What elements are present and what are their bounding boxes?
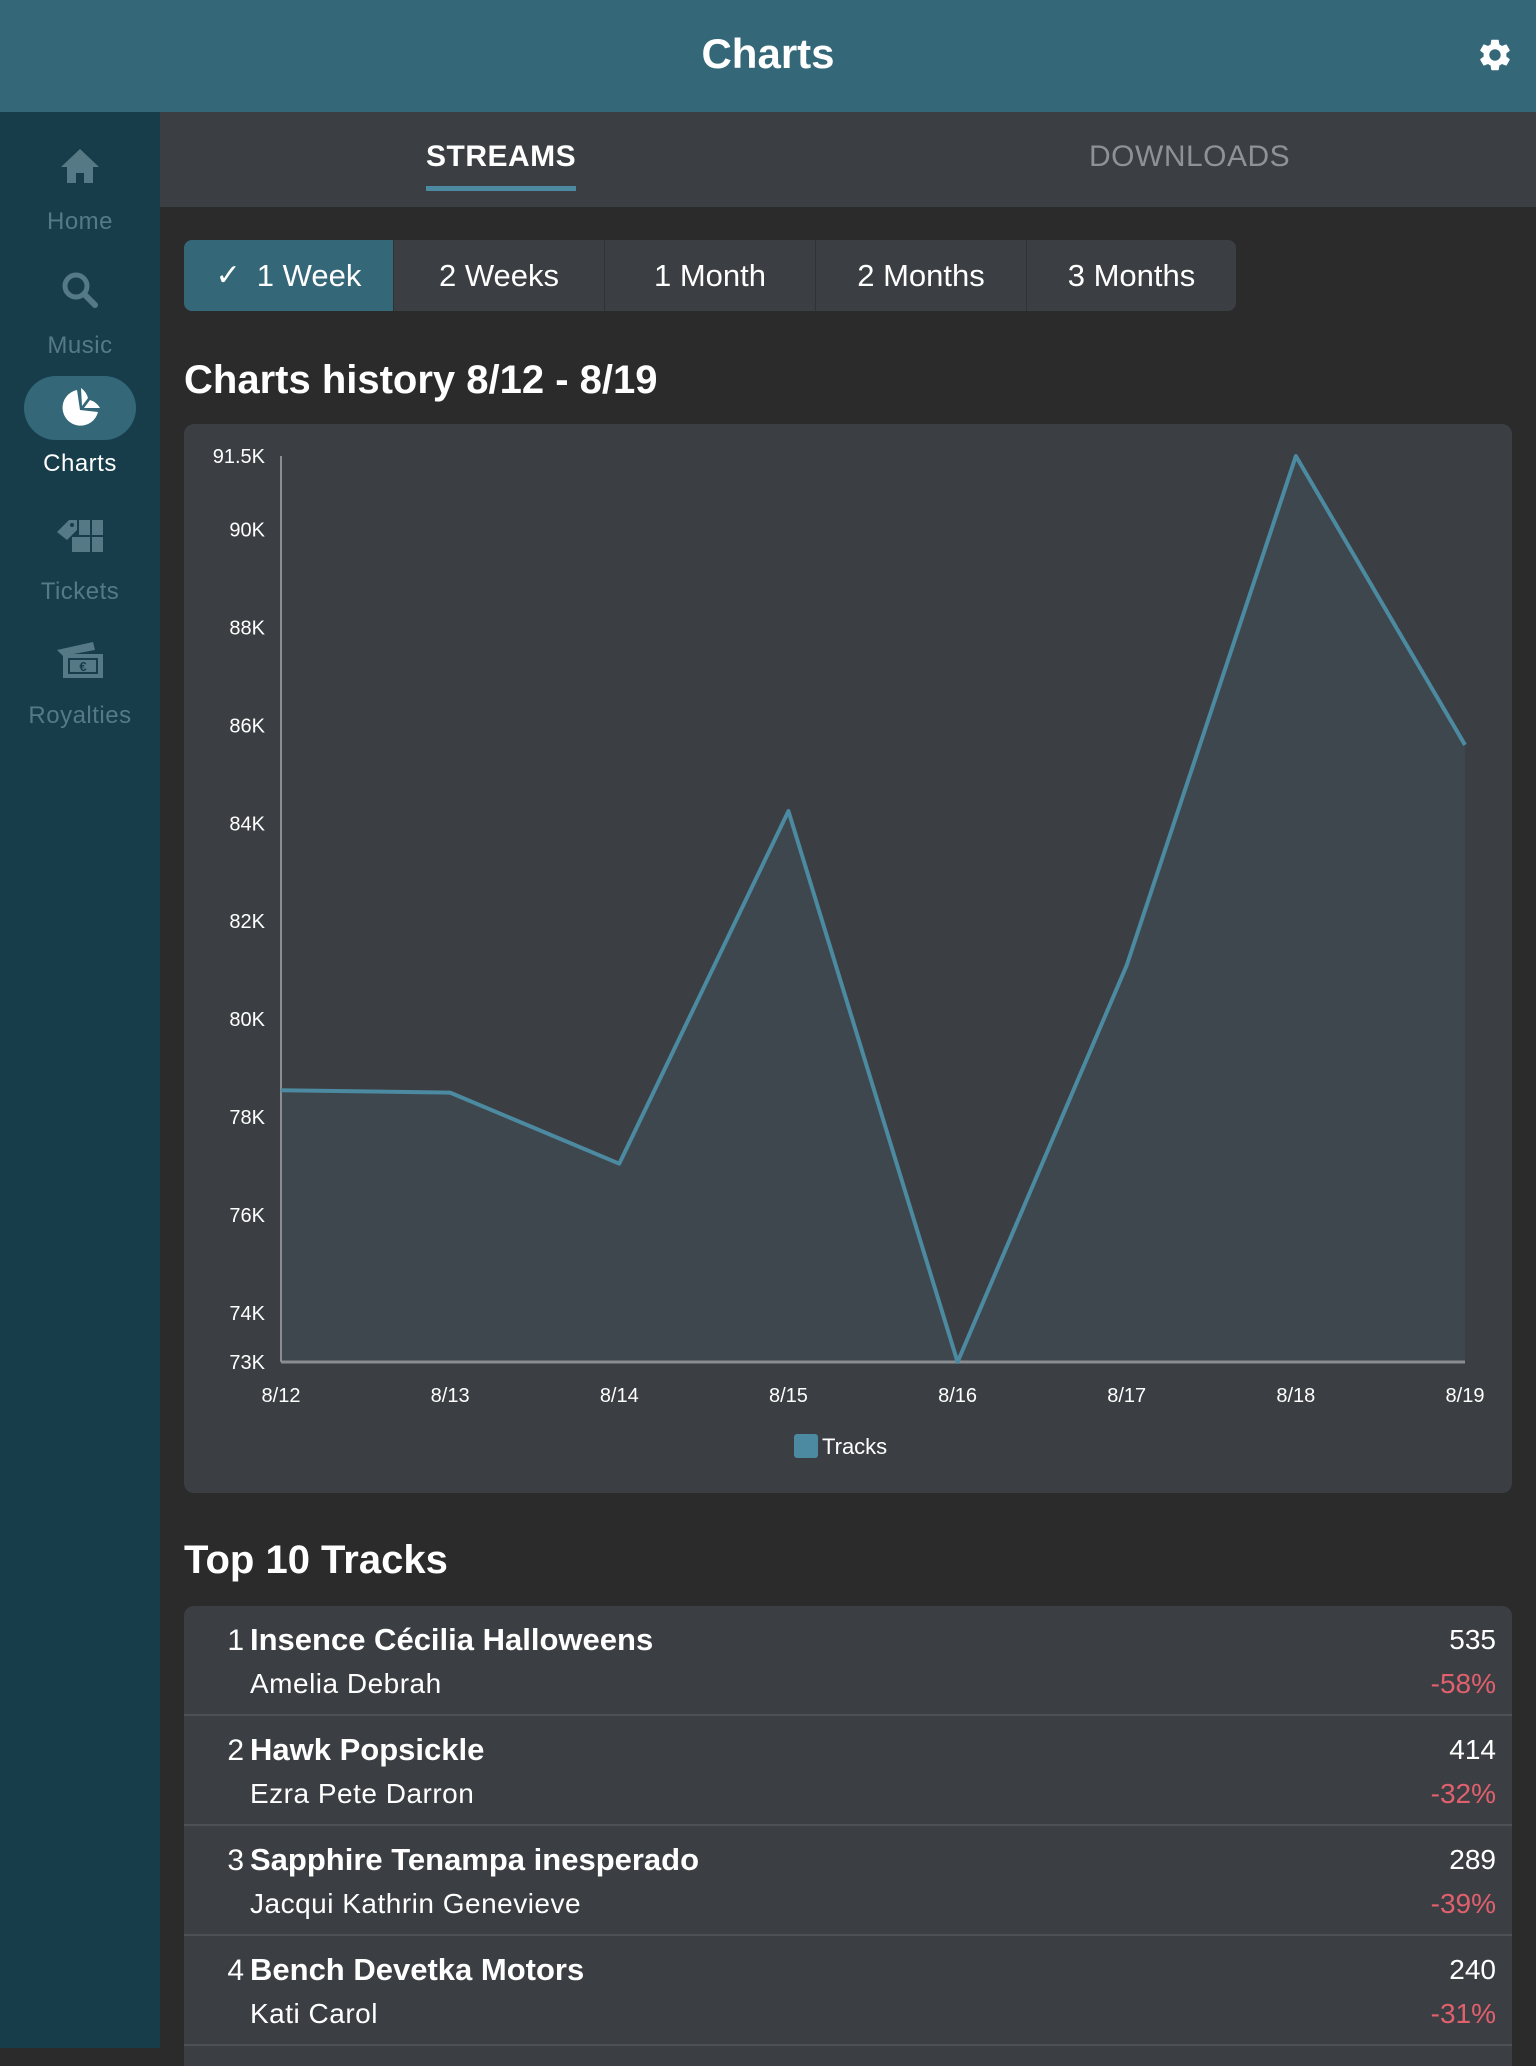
sidebar-item-tickets[interactable]: Tickets xyxy=(0,504,160,614)
y-tick-label: 73K xyxy=(229,1352,265,1374)
track-stream-count: 414 xyxy=(1449,1734,1496,1766)
tab-downloads[interactable]: DOWNLOADS xyxy=(1089,140,1290,174)
sidebar-item-home[interactable]: Home xyxy=(0,134,160,244)
x-tick-label: 8/16 xyxy=(938,1385,977,1407)
gear-icon xyxy=(1476,36,1514,74)
track-stream-count: 535 xyxy=(1449,1624,1496,1656)
tab-downloads-label: DOWNLOADS xyxy=(1089,140,1290,173)
x-tick-label: 8/19 xyxy=(1446,1385,1485,1407)
y-tick-label: 80K xyxy=(229,1009,265,1031)
series-area-tracks xyxy=(281,456,1465,1362)
settings-button[interactable] xyxy=(1476,36,1514,74)
home-icon xyxy=(59,147,101,185)
y-tick-label: 91.5K xyxy=(213,446,266,468)
tab-streams[interactable]: STREAMS xyxy=(426,140,576,174)
x-tick-label: 8/13 xyxy=(431,1385,470,1407)
x-tick-label: 8/17 xyxy=(1107,1385,1146,1407)
track-row[interactable]: 1Insence Cécilia Halloweens Amelia Debrah… xyxy=(184,1606,1512,1716)
y-tick-label: 78K xyxy=(229,1107,265,1129)
track-change-percent: -39% xyxy=(1431,1888,1496,1920)
track-artist: Amelia Debrah xyxy=(250,1668,442,1700)
app-header: Charts xyxy=(0,0,1536,112)
legend-swatch-tracks xyxy=(794,1434,818,1458)
track-change-percent: -32% xyxy=(1431,1778,1496,1810)
y-tick-label: 74K xyxy=(229,1303,265,1325)
sidebar-label-music: Music xyxy=(0,332,160,360)
page-title: Charts xyxy=(0,30,1536,78)
track-rank: 2 xyxy=(214,1734,244,1768)
x-tick-label: 8/12 xyxy=(262,1385,301,1407)
x-tick-label: 8/18 xyxy=(1276,1385,1315,1407)
range-option-1-week[interactable]: ✓ 1 Week xyxy=(184,240,394,311)
track-row[interactable]: 4Bench Devetka Motors Kati Carol 240 -31% xyxy=(184,1936,1512,2046)
x-tick-label: 8/14 xyxy=(600,1385,639,1407)
track-title: Hawk Popsickle xyxy=(250,1732,484,1768)
range-option-label: 2 Weeks xyxy=(439,258,559,294)
y-tick-label: 84K xyxy=(229,813,265,835)
pie-chart-icon xyxy=(58,386,102,430)
track-rank: 1 xyxy=(214,1624,244,1658)
track-rank: 4 xyxy=(214,1954,244,1988)
money-icon: € xyxy=(55,640,105,680)
range-option-2-weeks[interactable]: 2 Weeks xyxy=(394,240,605,311)
track-row[interactable]: 3Sapphire Tenampa inesperado Jacqui Kathr… xyxy=(184,1826,1512,1936)
time-range-selector: ✓ 1 Week 2 Weeks 1 Month 2 Months 3 Mont… xyxy=(184,240,1236,311)
y-tick-label: 82K xyxy=(229,911,265,933)
track-rank: 3 xyxy=(214,1844,244,1878)
range-option-label: 1 Week xyxy=(257,258,362,294)
sidebar-item-music[interactable]: Music xyxy=(0,258,160,368)
track-artist: Ezra Pete Darron xyxy=(250,1778,474,1810)
sidebar-item-charts[interactable]: Charts xyxy=(0,376,160,486)
range-option-label: 3 Months xyxy=(1068,258,1196,294)
sidebar-label-charts: Charts xyxy=(0,450,160,478)
track-artist: Kati Carol xyxy=(250,1998,378,2030)
chart-card: 73K 74K 76K 78K 80K 82K 84K 86K 88K 90K 91.5K 8/12 8… xyxy=(184,424,1512,1493)
y-tick-label: 90K xyxy=(229,519,265,541)
track-row[interactable]: 2Hawk Popsickle Ezra Pete Darron 414 -32% xyxy=(184,1716,1512,1826)
range-option-2-months[interactable]: 2 Months xyxy=(816,240,1027,311)
tab-bar: STREAMS DOWNLOADS xyxy=(160,112,1536,207)
track-stream-count: 240 xyxy=(1449,1954,1496,1986)
y-tick-label: 76K xyxy=(229,1205,265,1227)
y-tick-label: 86K xyxy=(229,715,265,737)
sidebar-label-tickets: Tickets xyxy=(0,578,160,606)
sidebar-label-royalties: Royalties xyxy=(0,702,160,730)
track-title: Insence Cécilia Halloweens xyxy=(250,1622,653,1658)
sidebar-nav: Home Music Charts xyxy=(0,112,160,2048)
track-change-percent: -58% xyxy=(1431,1668,1496,1700)
track-title: Bench Devetka Motors xyxy=(250,1952,584,1988)
ticket-icon xyxy=(55,518,105,554)
range-option-label: 1 Month xyxy=(654,258,766,294)
svg-text:€: € xyxy=(79,659,86,674)
top-tracks-list: 1Insence Cécilia Halloweens Amelia Debrah… xyxy=(184,1606,1512,2066)
track-stream-count: 289 xyxy=(1449,1844,1496,1876)
sidebar-label-home: Home xyxy=(0,208,160,236)
y-tick-label: 88K xyxy=(229,617,265,639)
range-option-1-month[interactable]: 1 Month xyxy=(605,240,816,311)
top-tracks-title: Top 10 Tracks xyxy=(184,1538,448,1583)
range-option-label: 2 Months xyxy=(857,258,985,294)
line-chart: 73K 74K 76K 78K 80K 82K 84K 86K 88K 90K 91.5K 8/12 8… xyxy=(184,424,1512,1493)
legend-label-tracks: Tracks xyxy=(822,1434,887,1459)
chart-section-title: Charts history 8/12 - 8/19 xyxy=(184,358,658,403)
check-icon: ✓ xyxy=(216,258,241,293)
track-artist: Jacqui Kathrin Genevieve xyxy=(250,1888,581,1920)
active-tab-indicator xyxy=(426,186,576,191)
sidebar-item-royalties[interactable]: € Royalties xyxy=(0,628,160,738)
track-change-percent: -31% xyxy=(1431,1998,1496,2030)
track-title: Sapphire Tenampa inesperado xyxy=(250,1842,699,1878)
tab-streams-label: STREAMS xyxy=(426,140,576,173)
search-icon xyxy=(60,270,100,310)
range-option-3-months[interactable]: 3 Months xyxy=(1027,240,1236,311)
x-tick-label: 8/15 xyxy=(769,1385,808,1407)
